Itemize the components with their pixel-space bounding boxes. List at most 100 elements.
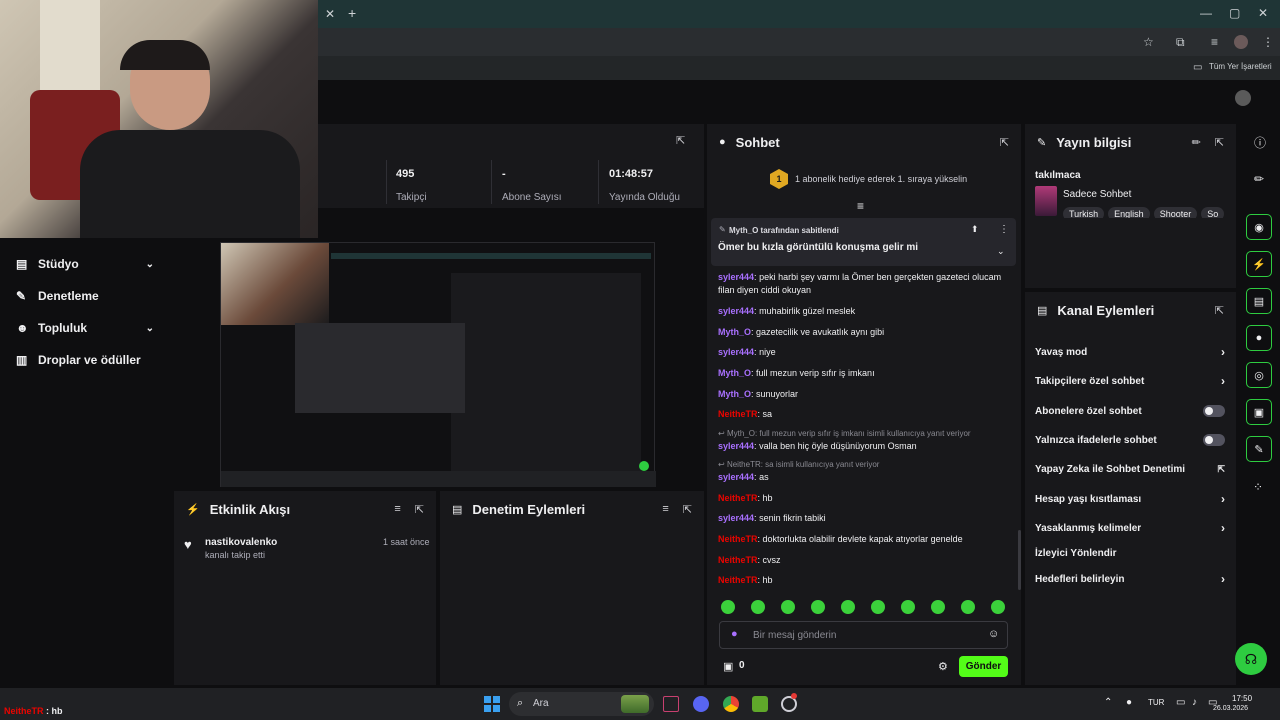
rail-button-chat[interactable]: ● <box>1246 325 1272 351</box>
close-window-icon[interactable]: ✕ <box>1258 7 1268 19</box>
emote-icon[interactable] <box>841 600 855 614</box>
action-ai-moderation[interactable]: Yapay Zeka ile Sohbet Denetimi ⇱ <box>1035 459 1225 479</box>
info-icon[interactable]: ⓘ <box>1254 134 1266 151</box>
chat-username[interactable]: NeitheTR <box>718 555 758 565</box>
rail-button-broadcast[interactable]: ◎ <box>1246 362 1272 388</box>
chrome-icon[interactable] <box>723 696 739 712</box>
tag[interactable]: Shooter <box>1153 207 1198 218</box>
tag[interactable]: English <box>1108 207 1150 218</box>
chevron-down-icon[interactable]: ⌄ <box>997 246 1005 257</box>
subscribers-only-toggle[interactable] <box>1203 405 1225 417</box>
collapse-icon[interactable]: ≡ <box>857 199 864 213</box>
extensions-icon[interactable]: ⧉ <box>1176 36 1185 48</box>
star-icon[interactable]: ☆ <box>1143 36 1154 48</box>
chat-username[interactable]: syler444 <box>718 472 754 482</box>
emote-icon[interactable] <box>721 600 735 614</box>
clock-date[interactable]: 26.03.2026 <box>1213 705 1248 712</box>
chat-username[interactable]: syler444 <box>718 347 754 357</box>
emote-icon[interactable] <box>901 600 915 614</box>
event-user[interactable]: nastikovalenko <box>205 537 277 548</box>
more-icon[interactable]: ⋮ <box>999 224 1009 235</box>
chevron-up-icon[interactable]: ⌃ <box>1104 697 1112 708</box>
clock-time[interactable]: 17:50 <box>1232 694 1252 703</box>
app-icon[interactable] <box>663 696 679 712</box>
microphone-icon[interactable]: ● <box>1126 697 1132 708</box>
action-slow-mode[interactable]: Yavaş mod › <box>1035 342 1225 362</box>
emote-icon[interactable] <box>811 600 825 614</box>
popout-icon[interactable]: ⇱ <box>1000 136 1009 149</box>
action-banned-words[interactable]: Yasaklanmış kelimeler › <box>1035 518 1225 538</box>
sidebar-item-moderation[interactable]: ✎ Denetleme <box>0 280 172 312</box>
rail-button-channel[interactable]: ▣ <box>1246 399 1272 425</box>
category-thumbnail[interactable] <box>1035 186 1057 216</box>
chat-username[interactable]: NeitheTR <box>718 575 758 585</box>
emote-icon[interactable] <box>961 600 975 614</box>
close-tab-icon[interactable]: ✕ <box>325 8 335 20</box>
popout-icon[interactable]: ⇱ <box>1215 136 1224 149</box>
game-app-icon[interactable] <box>752 696 768 712</box>
discord-icon[interactable] <box>693 696 709 712</box>
chat-username[interactable]: Myth_O <box>718 327 751 337</box>
new-tab-icon[interactable]: + <box>348 6 356 20</box>
chat-username[interactable]: syler444 <box>718 306 754 316</box>
chat-username[interactable]: NeitheTR <box>718 409 758 419</box>
chat-username[interactable]: NeitheTR <box>718 534 758 544</box>
maximize-icon[interactable]: ▢ <box>1229 7 1240 19</box>
popout-icon[interactable]: ⇱ <box>676 134 685 147</box>
bookmarks-label[interactable]: Tüm Yer İşaretleri <box>1209 62 1272 71</box>
taskbar-search[interactable]: ⌕ Ara <box>509 692 654 716</box>
community-icon[interactable]: ⁘ <box>1253 480 1263 494</box>
chat-input[interactable]: ● Bir mesaj gönderin ☺ <box>719 621 1008 649</box>
action-account-age[interactable]: Hesap yaşı kısıtlaması › <box>1035 489 1225 509</box>
start-icon[interactable] <box>484 696 500 712</box>
edit-icon[interactable]: ✏ <box>1192 136 1201 149</box>
pin-toggle-icon[interactable]: ⬆ <box>971 224 979 235</box>
chat-username[interactable]: Myth_O <box>718 368 751 378</box>
menu-icon[interactable]: ⋮ <box>1262 36 1274 48</box>
filter-icon[interactable]: ≡ <box>394 503 400 515</box>
sidebar-item-studio[interactable]: ▤ Stüdyo ⌄ <box>0 248 172 280</box>
chat-username[interactable]: syler444 <box>718 272 754 282</box>
chat-username[interactable]: syler444 <box>718 513 754 523</box>
volume-icon[interactable]: ♪ <box>1192 697 1197 708</box>
emoji-icon[interactable]: ☺ <box>988 628 999 640</box>
chat-username[interactable]: NeitheTR <box>718 493 758 503</box>
store-icon[interactable]: ▣ <box>723 660 733 673</box>
tag[interactable]: So <box>1201 207 1225 218</box>
emote-icon[interactable] <box>781 600 795 614</box>
chat-username[interactable]: syler444 <box>718 441 754 451</box>
chat-scrollbar[interactable] <box>1018 530 1021 590</box>
minimize-icon[interactable]: — <box>1200 7 1212 19</box>
send-button[interactable]: Gönder <box>959 656 1008 677</box>
action-raid[interactable]: İzleyici Yönlendir <box>1035 543 1225 563</box>
emote-icon[interactable] <box>871 600 885 614</box>
action-goals[interactable]: Hedefleri belirleyin › <box>1035 569 1225 589</box>
media-icon[interactable]: ≡ <box>1211 36 1218 48</box>
profile-avatar[interactable] <box>1234 35 1248 49</box>
stream-preview[interactable] <box>220 242 656 487</box>
chat-username[interactable]: Myth_O <box>718 389 751 399</box>
category-name[interactable]: Sadece Sohbet <box>1063 189 1131 200</box>
filter-icon[interactable]: ≡ <box>662 503 668 515</box>
support-button[interactable]: ☊ <box>1235 643 1267 675</box>
settings-icon[interactable]: ⚙ <box>938 660 948 673</box>
gift-prompt[interactable]: 1 abonelik hediye ederek 1. sıraya yükse… <box>795 174 967 184</box>
rail-button-wrench[interactable]: ✎ <box>1246 436 1272 462</box>
popout-icon[interactable]: ⇱ <box>1215 304 1224 317</box>
language-indicator[interactable]: TUR <box>1148 698 1164 707</box>
emote-icon[interactable] <box>931 600 945 614</box>
rail-button-lightning[interactable]: ⚡ <box>1246 251 1272 277</box>
sidebar-item-community[interactable]: ☻ Topluluk ⌄ <box>0 312 172 344</box>
user-avatar[interactable] <box>1235 90 1251 106</box>
sidebar-item-drops[interactable]: ▥ Droplar ve ödüller <box>0 344 172 376</box>
action-followers-only[interactable]: Takipçilere özel sohbet › <box>1035 371 1225 391</box>
popout-icon[interactable]: ⇱ <box>415 503 424 516</box>
rail-button-camera[interactable]: ◉ <box>1246 214 1272 240</box>
rail-button-document[interactable]: ▤ <box>1246 288 1272 314</box>
network-icon[interactable]: ▭ <box>1176 697 1185 708</box>
microphone-icon[interactable]: ● <box>731 628 738 640</box>
emote-icon[interactable] <box>751 600 765 614</box>
tag[interactable]: Turkish <box>1063 207 1105 218</box>
emote-only-toggle[interactable] <box>1203 434 1225 446</box>
pencil-icon[interactable]: ✏ <box>1254 172 1264 186</box>
